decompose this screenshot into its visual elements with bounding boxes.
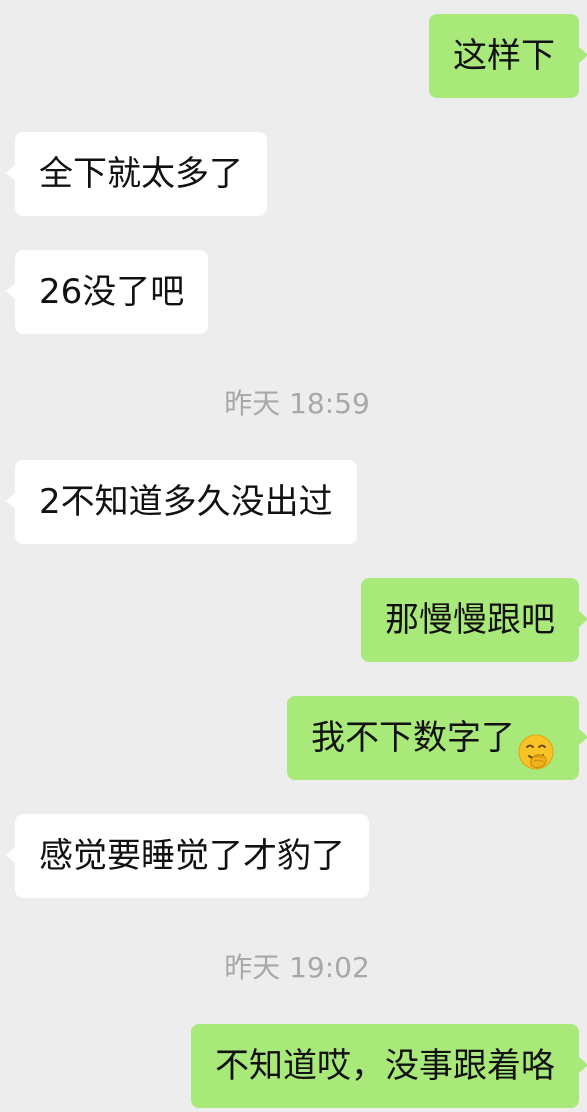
outgoing-message-bubble[interactable]: 那慢慢跟吧: [361, 578, 587, 662]
message-text: 26没了吧: [39, 272, 185, 312]
message-text: 感觉要睡觉了才豹了: [39, 836, 345, 876]
outgoing-message-bubble[interactable]: 不知道哎，没事跟着咯: [191, 1024, 587, 1108]
message-text: 那慢慢跟吧: [385, 600, 555, 640]
incoming-message-bubble[interactable]: 感觉要睡觉了才豹了: [6, 814, 369, 898]
message-text: 2不知道多久没出过: [39, 482, 333, 522]
chat-message-list[interactable]: 这样下 全下就太多了 26没了吧 昨天 18:59 2不知道多久没出过 那慢慢跟…: [0, 0, 587, 1112]
message-timestamp: 昨天 19:02: [224, 951, 370, 984]
incoming-message-bubble[interactable]: 全下就太多了: [6, 132, 267, 216]
message-text: 我不下数字了: [311, 718, 515, 758]
outgoing-message-bubble[interactable]: 我不下数字了: [287, 696, 587, 780]
message-text: 不知道哎，没事跟着咯: [215, 1046, 555, 1086]
message-text: 这样下: [453, 36, 555, 76]
outgoing-message-bubble[interactable]: 这样下: [429, 14, 587, 98]
message-timestamp: 昨天 18:59: [224, 387, 370, 420]
incoming-message-bubble[interactable]: 2不知道多久没出过: [6, 460, 357, 544]
message-text: 全下就太多了: [39, 154, 243, 194]
face-with-hand-over-mouth-icon: [517, 718, 555, 769]
incoming-message-bubble[interactable]: 26没了吧: [5, 250, 209, 334]
